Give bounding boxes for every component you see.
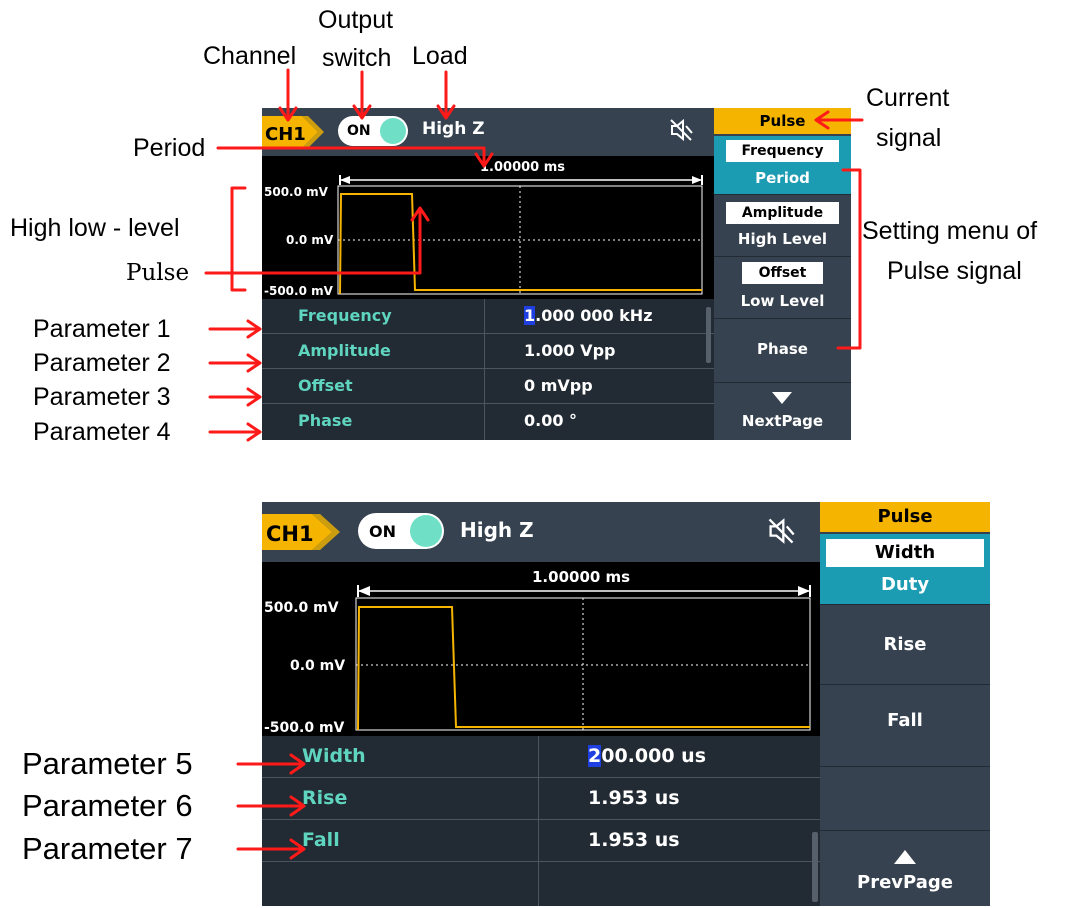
annotation-arrows	[204, 68, 864, 860]
